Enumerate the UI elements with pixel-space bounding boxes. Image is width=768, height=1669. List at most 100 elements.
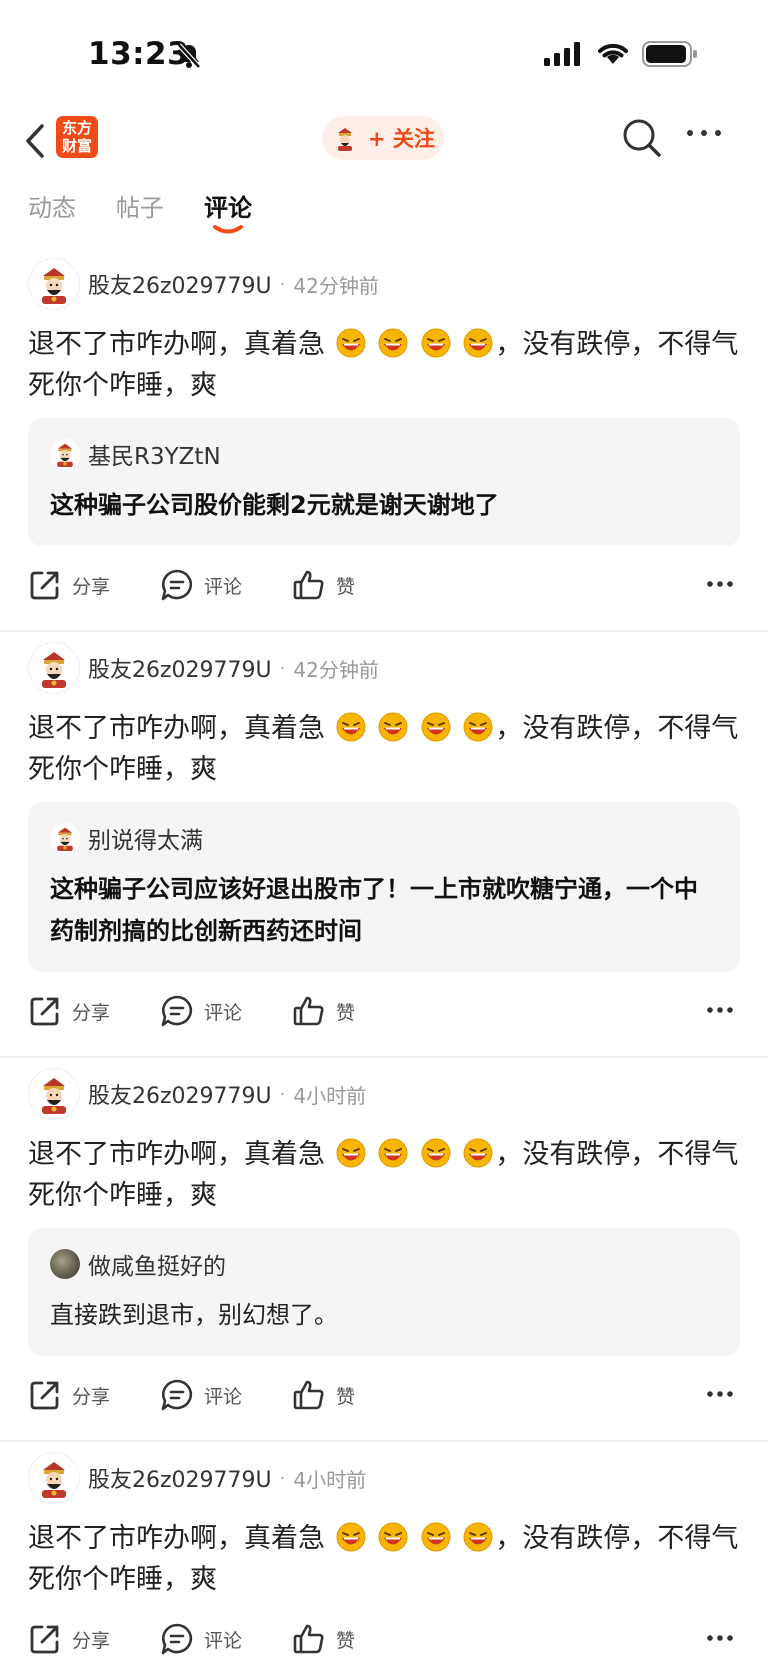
post-time: 4小时前 [293,1467,367,1492]
laughing-emoji-icon [421,712,451,742]
tab-posts[interactable]: 帖子 [116,188,164,223]
laughing-emoji-icon [421,1138,451,1168]
caishen-avatar-icon [42,1462,66,1498]
tab-dynamics[interactable]: 动态 [28,188,76,223]
author-name[interactable]: 股友26z029779U [88,652,272,684]
post-header: 股友26z029779U · 4小时前 [28,1068,740,1120]
like-label: 赞 [336,1385,356,1408]
follow-avatar [330,123,360,153]
more-options-icon[interactable] [686,128,722,138]
like-label: 赞 [336,1629,356,1652]
quote-header: 基民R3YZtN [50,438,720,470]
active-tab-indicator [213,225,243,234]
more-options-icon[interactable] [706,580,734,588]
post-text-before: 退不了市咋办啊，真着急 [28,329,325,360]
author-avatar[interactable] [28,642,80,694]
quote-author-name[interactable]: 别说得太满 [88,821,203,855]
quote-author-avatar[interactable] [50,1249,80,1279]
back-icon[interactable] [22,118,52,164]
author-avatar[interactable] [28,1452,80,1504]
caishen-avatar-icon [57,443,73,467]
more-options-icon[interactable] [706,1634,734,1642]
share-button[interactable]: 分享 [28,1378,110,1412]
separator-dot: · [279,273,286,295]
share-icon [30,571,59,600]
more-options-icon[interactable] [706,1390,734,1398]
quote-author-avatar[interactable] [50,823,80,853]
quote-author-name[interactable]: 做咸鱼挺好的 [88,1247,226,1281]
quote-text: 直接跌到退市，别幻想了。 [50,1301,338,1329]
comment-post[interactable]: 股友26z029779U · 42分钟前 退不了市咋办啊，真着急 ，没有跌停，不… [0,632,768,1058]
quoted-post[interactable]: 基民R3YZtN 这种骗子公司股价能剩2元就是谢天谢地了 [28,418,740,546]
post-text-before: 退不了市咋办啊，真着急 [28,1523,325,1554]
share-label: 分享 [72,1001,111,1024]
comment-post[interactable]: 股友26z029779U · 4小时前 退不了市咋办啊，真着急 ，没有跌停，不得… [0,1058,768,1442]
share-icon [30,997,59,1026]
like-button[interactable]: 赞 [292,1622,355,1656]
comment-icon [161,1623,193,1655]
author-name[interactable]: 股友26z029779U [88,1078,272,1110]
share-button[interactable]: 分享 [28,1622,110,1656]
caishen-avatar-icon [57,827,73,851]
laughing-emoji-icon [336,328,366,358]
tab-comments[interactable]: 评论 [204,188,252,223]
laughing-emoji-icon [336,1522,366,1552]
status-bar: 13:23 [0,0,768,110]
thumbs-up-icon [293,570,324,600]
laughing-emoji-icon [378,712,408,742]
quote-author-name[interactable]: 基民R3YZtN [88,437,221,471]
caishen-avatar-icon [42,268,66,304]
thumbs-up-icon [293,1380,324,1410]
quoted-post[interactable]: 做咸鱼挺好的 直接跌到退市，别幻想了。 [28,1228,740,1356]
comment-button[interactable]: 评论 [160,1622,242,1656]
quoted-post[interactable]: 别说得太满 这种骗子公司应该好退出股市了！一上市就吹糖宁通，一个中药制剂搞的比创… [28,802,740,972]
header: 东方 财富 + 关注 [0,110,768,176]
post-time: 42分钟前 [293,657,379,682]
quote-text: 这种骗子公司股价能剩2元就是谢天谢地了 [50,491,499,519]
post-text-before: 退不了市咋办啊，真着急 [28,1139,325,1170]
laughing-emoji-icon [421,328,451,358]
battery-icon [642,41,697,67]
comment-post[interactable]: 股友26z029779U · 4小时前 退不了市咋办啊，真着急 ，没有跌停，不得… [0,1442,768,1669]
share-label: 分享 [72,1629,111,1652]
laughing-emoji-icon [463,1522,493,1552]
post-time: 4小时前 [293,1083,367,1108]
comment-button[interactable]: 评论 [160,994,242,1028]
like-button[interactable]: 赞 [292,994,355,1028]
comment-button[interactable]: 评论 [160,568,242,602]
author-name[interactable]: 股友26z029779U [88,1462,272,1494]
author-avatar[interactable] [28,258,80,310]
like-button[interactable]: 赞 [292,1378,355,1412]
comment-icon [161,1379,193,1411]
share-button[interactable]: 分享 [28,994,110,1028]
follow-label: + 关注 [368,127,435,151]
comment-button[interactable]: 评论 [160,1378,242,1412]
author-name[interactable]: 股友26z029779U [88,268,272,300]
laughing-emoji-icon [378,1138,408,1168]
separator-dot: · [279,1467,286,1489]
quote-header: 做咸鱼挺好的 [50,1248,720,1280]
comment-post[interactable]: 股友26z029779U · 42分钟前 退不了市咋办啊，真着急 ，没有跌停，不… [0,248,768,632]
comment-label: 评论 [204,575,243,598]
post-time: 42分钟前 [293,273,379,298]
author-avatar[interactable] [28,1068,80,1120]
caishen-avatar-icon [42,652,66,688]
post-text: 退不了市咋办啊，真着急 ，没有跌停，不得气死你个咋睡，爽 [28,324,740,406]
share-button[interactable]: 分享 [28,568,110,602]
share-icon [30,1381,59,1410]
like-button[interactable]: 赞 [292,568,355,602]
post-text-before: 退不了市咋办啊，真着急 [28,713,325,744]
more-options-icon[interactable] [706,1006,734,1014]
post-header: 股友26z029779U · 4小时前 [28,1452,740,1504]
follow-button[interactable]: + 关注 [322,116,444,160]
comment-icon [161,569,193,601]
quote-header: 别说得太满 [50,822,720,854]
laughing-emoji-icon [463,328,493,358]
quote-author-avatar[interactable] [50,439,80,469]
bell-muted-icon [177,43,201,69]
separator-dot: · [279,1083,286,1105]
app-logo[interactable]: 东方 财富 [56,116,98,158]
thumbs-up-icon [293,1624,324,1654]
share-label: 分享 [72,575,111,598]
search-icon[interactable] [622,118,662,158]
